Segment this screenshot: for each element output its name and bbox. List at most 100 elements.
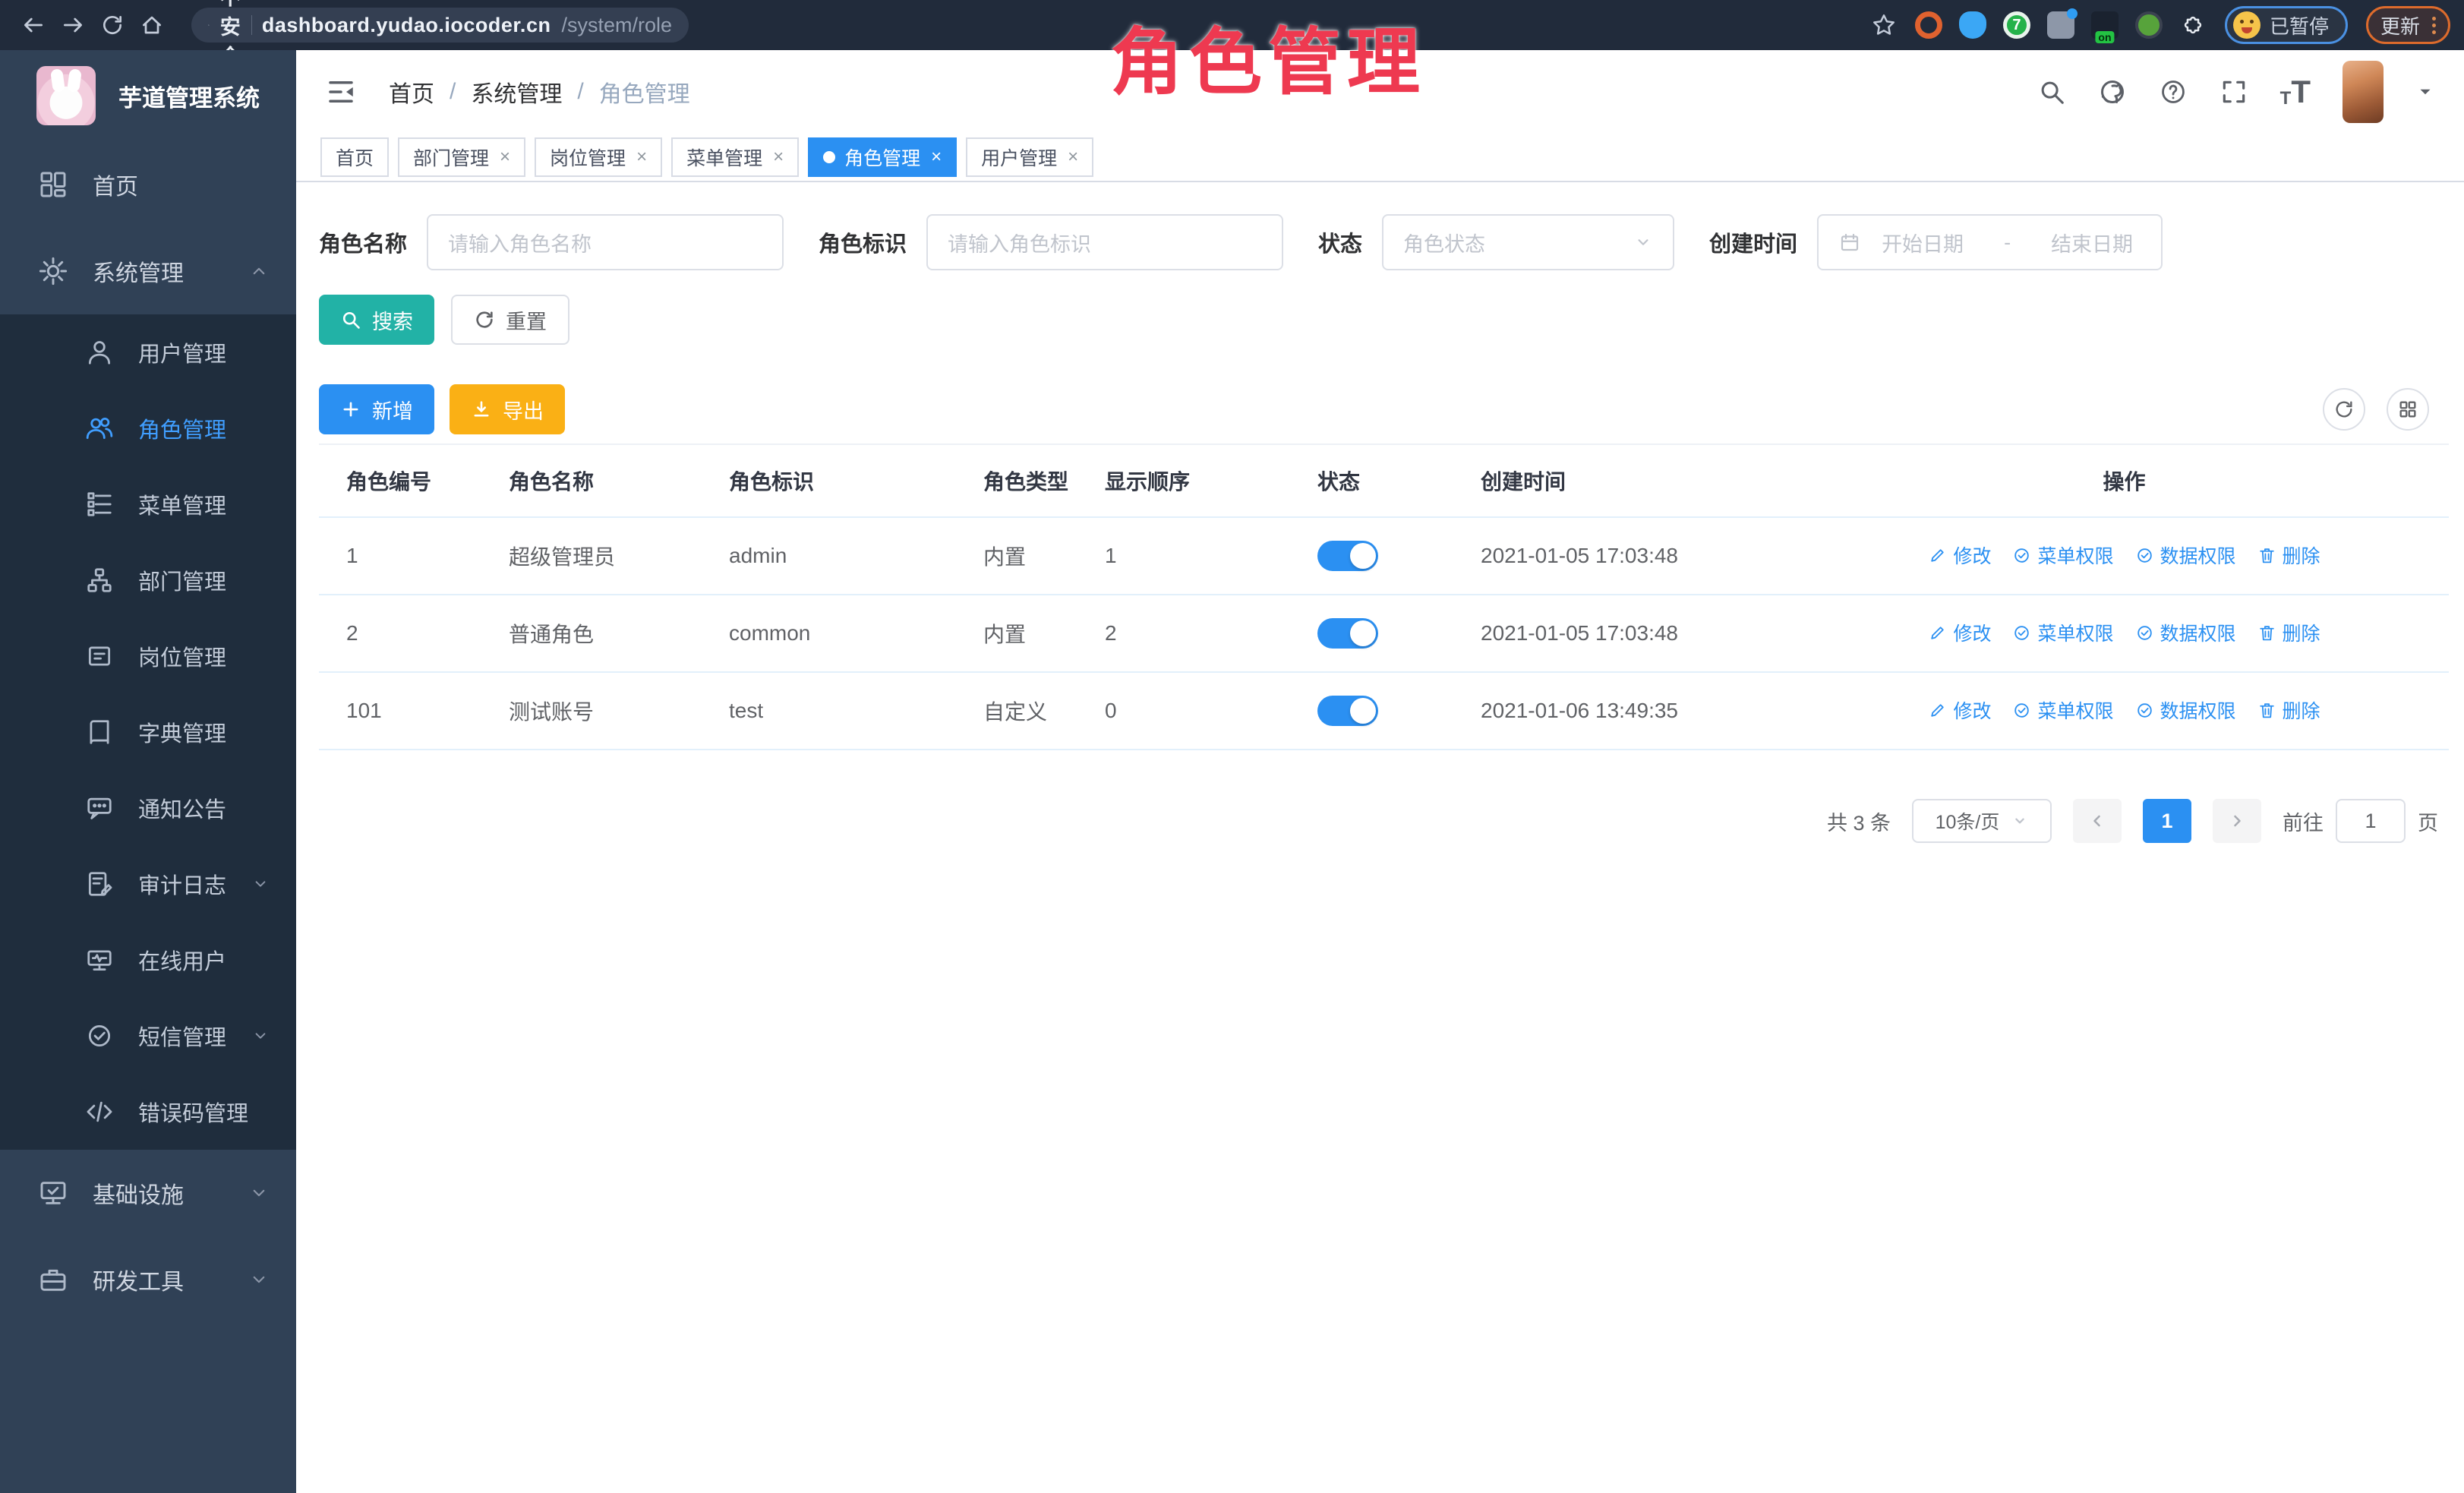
sidebar-item-post-management[interactable]: 岗位管理 [0,618,296,694]
data-permission-link[interactable]: 数据权限 [2135,541,2236,569]
chevron-down-icon [248,1182,270,1204]
bookmark-star-icon[interactable] [1871,12,1897,38]
extension-icon-green[interactable]: 7 [2003,11,2030,39]
add-button[interactable]: 新增 [319,384,434,434]
address-bar[interactable]: 不安全 dashboard.yudao.iocoder.cn /system/r… [191,8,689,43]
column-settings-button[interactable] [2387,388,2429,431]
user-avatar[interactable] [2343,61,2384,123]
browser-home-button[interactable] [132,5,172,45]
sidebar-logo[interactable]: 芋道管理系统 [0,50,296,141]
tab-label: 菜单管理 [686,144,762,171]
sidebar-item-sms-management[interactable]: 短信管理 [0,998,296,1074]
docs-question-icon[interactable] [2159,77,2188,106]
tab-user-management[interactable]: 用户管理× [966,137,1093,177]
sidebar-item-error-code-management[interactable]: 错误码管理 [0,1074,296,1150]
browser-back-button[interactable] [14,5,53,45]
close-icon[interactable]: × [636,147,647,168]
prev-page-button[interactable] [2073,799,2122,843]
sidebar-item-home[interactable]: 首页 [0,141,296,228]
page-size-select[interactable]: 10条/页 [1912,799,2052,843]
menu-permission-link[interactable]: 菜单权限 [2012,541,2113,569]
sidebar-item-user-management[interactable]: 用户管理 [0,314,296,390]
close-icon[interactable]: × [1068,147,1078,168]
data-permission-link[interactable]: 数据权限 [2135,619,2236,646]
refresh-button[interactable] [2323,388,2365,431]
github-icon[interactable] [2098,77,2127,106]
menu-permission-link[interactable]: 菜单权限 [2012,619,2113,646]
browser-menu-icon[interactable] [2432,17,2436,34]
delete-link[interactable]: 删除 [2257,541,2320,569]
pagination-total: 共 3 条 [1827,806,1891,836]
browser-update-button[interactable]: 更新 [2366,6,2450,44]
close-icon[interactable]: × [500,147,510,168]
sidebar-item-notice-announcement[interactable]: 通知公告 [0,770,296,846]
extension-icon-dark[interactable]: on [2091,11,2119,39]
delete-link[interactable]: 删除 [2257,696,2320,724]
status-toggle[interactable] [1317,541,1378,571]
profile-paused-chip[interactable]: 已暂停 [2225,6,2348,44]
sidebar-item-dict-management[interactable]: 字典管理 [0,694,296,770]
font-size-icon[interactable]: TT [2280,76,2311,108]
cell-actions: 修改菜单权限数据权限 删除 [1800,595,2449,672]
edit-link[interactable]: 修改 [1928,541,1991,569]
date-range-picker[interactable]: 开始日期 - 结束日期 [1817,214,2163,270]
status-select[interactable]: 角色状态 [1382,214,1674,270]
fullscreen-icon[interactable] [2219,77,2248,106]
menu-tree-icon [85,490,114,519]
tab-dept-management[interactable]: 部门管理× [398,137,525,177]
sidebar-item-infrastructure[interactable]: 基础设施 [0,1150,296,1236]
home-icon [140,13,164,37]
export-button[interactable]: 导出 [450,384,565,434]
sidebar-item-audit-log[interactable]: 审计日志 [0,846,296,922]
role-name-label: 角色名称 [319,226,407,258]
tab-menu-management[interactable]: 菜单管理 × [671,137,799,177]
menu-fold-icon[interactable] [325,76,357,108]
search-icon[interactable] [2037,77,2066,106]
sidebar-item-dept-management[interactable]: 部门管理 [0,542,296,618]
check-circle-icon [2135,701,2154,720]
tab-home[interactable]: 首页 [320,137,389,177]
close-icon[interactable]: × [773,147,784,168]
status-toggle[interactable] [1317,618,1378,649]
caret-down-icon[interactable] [2415,82,2435,102]
breadcrumb-current: 角色管理 [599,75,690,109]
extension-icons: 7 on [1915,11,2207,39]
browser-forward-button[interactable] [53,5,93,45]
tab-post-management[interactable]: 岗位管理× [535,137,662,177]
extension-icon-monkey[interactable] [2135,11,2163,39]
sidebar-item-label: 岗位管理 [138,640,226,672]
reset-button-label: 重置 [506,305,547,335]
edit-link[interactable]: 修改 [1928,696,1991,724]
extension-icon-badges[interactable] [2047,11,2074,39]
sidebar-item-online-users[interactable]: 在线用户 [0,922,296,998]
close-icon[interactable]: × [931,147,942,168]
reset-button[interactable]: 重置 [451,295,569,345]
sidebar-item-role-management[interactable]: 角色管理 [0,390,296,466]
menu-permission-link[interactable]: 菜单权限 [2012,696,2113,724]
status-toggle[interactable] [1317,696,1378,726]
search-button[interactable]: 搜索 [319,295,434,345]
data-permission-link[interactable]: 数据权限 [2135,696,2236,724]
extension-icon-puzzle[interactable] [2179,11,2207,39]
role-name-input[interactable]: 请输入角色名称 [427,214,784,270]
extension-icon-orange[interactable] [1915,11,1942,39]
search-buttons: 搜索 重置 [319,295,2449,345]
browser-reload-button[interactable] [93,5,132,45]
tab-role-management[interactable]: 角色管理× [808,137,957,177]
sidebar-item-menu-management[interactable]: 菜单管理 [0,466,296,542]
action-label: 删除 [2283,619,2320,646]
edit-link[interactable]: 修改 [1928,619,1991,646]
page-number-1[interactable]: 1 [2143,799,2191,843]
role-key-input[interactable]: 请输入角色标识 [926,214,1283,270]
cell-key: admin [729,517,983,595]
goto-page-input[interactable]: 1 [2336,799,2406,843]
pagination: 共 3 条 10条/页 1 前往 1 页 [319,799,2449,843]
sidebar-item-system-management[interactable]: 系统管理 [0,228,296,314]
sidebar-item-dev-tools[interactable]: 研发工具 [0,1236,296,1323]
breadcrumb-system[interactable]: 系统管理 [471,75,562,109]
next-page-button[interactable] [2213,799,2261,843]
extension-icon-blue[interactable] [1959,11,1986,39]
delete-link[interactable]: 删除 [2257,619,2320,646]
breadcrumb-home[interactable]: 首页 [389,75,434,109]
url-path: /system/role [561,14,672,37]
